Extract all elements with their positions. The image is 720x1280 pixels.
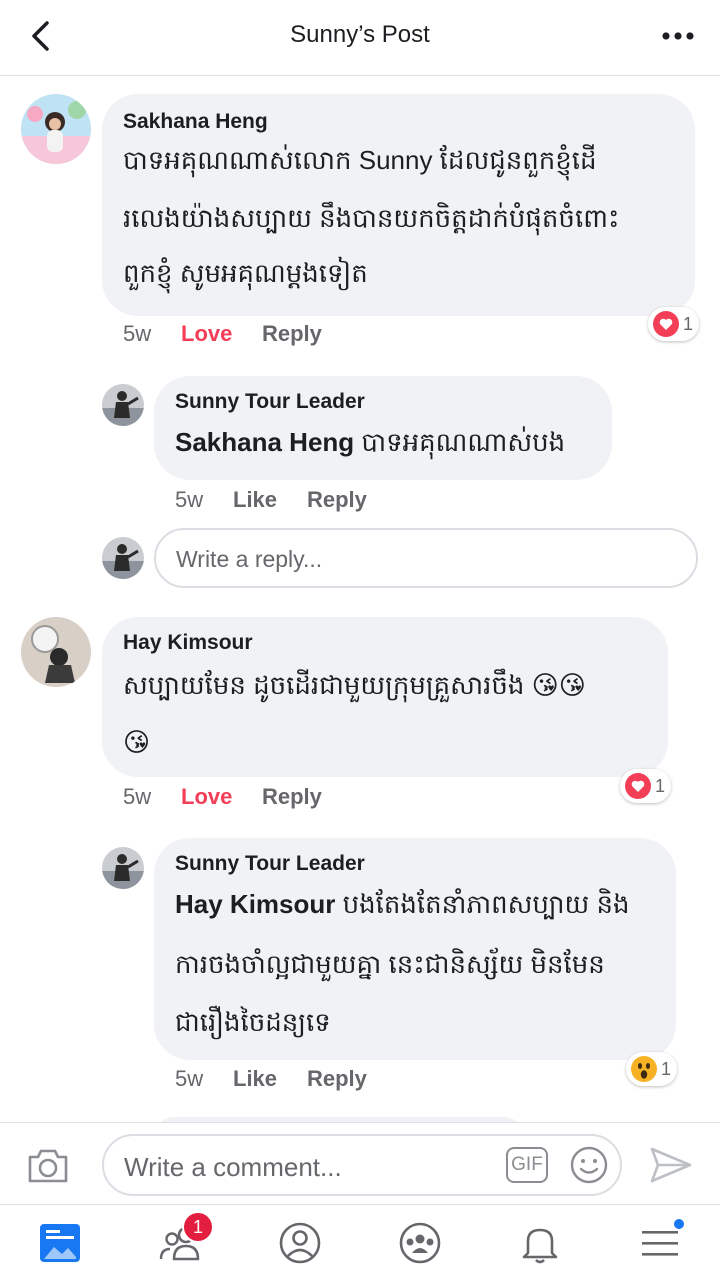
comment-text-line: រលេងយ៉ាងសប្បាយ នឹងបានយកចិត្តដាក់បំផុតចំព…	[123, 203, 620, 233]
comment-actions: 5w Like Reply	[175, 1066, 367, 1092]
avatar	[102, 537, 144, 579]
kiss-emoji-icon: 😘	[531, 670, 559, 700]
mention-link[interactable]: Sakhana Heng	[175, 427, 354, 457]
comment-bubble[interactable]: Hay Kimsour សប្បាយមែន ដូចដើរជាមួយក្រុមគ្…	[102, 617, 668, 777]
reaction-summary[interactable]: 1	[620, 769, 672, 803]
groups-icon[interactable]	[396, 1219, 444, 1267]
reply-button[interactable]: Reply	[307, 1066, 367, 1092]
news-feed-icon[interactable]	[36, 1219, 84, 1267]
heart-icon	[653, 311, 679, 337]
love-button[interactable]: Love	[181, 321, 262, 347]
comment-text-line: Hay Kimsour បងតែងតែនាំភាពសប្បាយ និង	[175, 888, 630, 926]
bottom-tab-bar: 1	[0, 1204, 720, 1280]
notifications-icon[interactable]	[516, 1219, 564, 1267]
reaction-count: 1	[655, 775, 666, 796]
comment-author[interactable]: Hay Kimsour	[123, 631, 253, 655]
comment-text: បងតែងតែនាំភាពសប្បាយ និង	[342, 889, 630, 919]
comment-author[interactable]: Sakhana Heng	[123, 110, 268, 134]
comment-timestamp: 5w	[175, 1066, 204, 1091]
menu-notification-dot	[672, 1217, 686, 1231]
like-button[interactable]: Like	[233, 487, 307, 513]
comment-bubble[interactable]: Sakhana Heng បាទអគុណណាស់លោក Sunny ដែលជូន…	[102, 94, 695, 316]
comment-text-line: សប្បាយមែន ដូចដើរជាមួយក្រុមគ្រួសារចឹង 😘😘	[123, 669, 586, 707]
comment-author[interactable]: Sunny Tour Leader	[175, 390, 365, 414]
comment-list: Sakhana Heng បាទអគុណណាស់លោក Sunny ដែលជូន…	[0, 77, 720, 1122]
reaction-count: 1	[683, 313, 694, 334]
comment-actions: 5w Like Reply	[175, 487, 367, 513]
comment-text: សប្បាយមែន ដូចដើរជាមួយក្រុមគ្រួសារចឹង	[123, 670, 525, 700]
comment-text-line: ការចងចាំល្អជាមួយគ្នា នេះជានិស្ស័យ មិនមែន	[175, 949, 605, 979]
reply-placeholder: Write a reply...	[176, 546, 323, 572]
comment-timestamp: 5w	[123, 321, 152, 346]
reply-bubble[interactable]: Sunny Tour Leader Sakhana Heng បាទអគុណណា…	[154, 376, 612, 480]
more-options-icon[interactable]	[658, 16, 698, 56]
reply-button[interactable]: Reply	[307, 487, 367, 513]
comment-actions: 5w Love Reply	[123, 321, 322, 347]
kiss-emoji-icon: 😘	[123, 727, 151, 757]
avatar[interactable]	[102, 384, 144, 426]
comment-text-line: ពួកខ្ញុំ សូមអគុណម្តងទៀត	[123, 258, 368, 288]
reaction-summary[interactable]: 1	[648, 307, 700, 341]
comment-text-line: ជារឿងចៃដន្យទេ	[175, 1007, 331, 1037]
comment-author[interactable]: Sunny Tour Leader	[175, 852, 365, 876]
reaction-summary[interactable]: 1	[626, 1052, 678, 1086]
kiss-emoji-icon: 😘	[558, 670, 586, 700]
comment-placeholder: Write a comment...	[124, 1152, 342, 1182]
emoji-icon[interactable]	[568, 1144, 610, 1186]
wow-icon	[631, 1056, 657, 1082]
avatar[interactable]	[102, 847, 144, 889]
reaction-count: 1	[661, 1058, 672, 1079]
profile-icon[interactable]	[276, 1219, 324, 1267]
comment-composer: Write a comment... GIF	[0, 1122, 720, 1204]
top-bar: Sunny’s Post	[0, 0, 720, 76]
comment-timestamp: 5w	[175, 487, 204, 512]
comment-text-line: បាទអគុណណាស់លោក Sunny ដែលជូនពួកខ្ញុំដើ	[123, 145, 597, 175]
camera-icon[interactable]	[24, 1141, 72, 1189]
avatar[interactable]	[21, 94, 91, 164]
mention-link[interactable]: Hay Kimsour	[175, 889, 335, 919]
reply-button[interactable]: Reply	[262, 784, 322, 810]
send-icon[interactable]	[648, 1143, 694, 1187]
reply-button[interactable]: Reply	[262, 321, 322, 347]
comment-input[interactable]: Write a comment... GIF	[102, 1134, 622, 1196]
avatar[interactable]	[21, 617, 91, 687]
reply-bubble[interactable]: Sunny Tour Leader Hay Kimsour បងតែងតែនាំ…	[154, 838, 676, 1060]
notification-badge: 1	[182, 1211, 214, 1243]
heart-icon	[625, 773, 651, 799]
comment-text-line: 😘	[123, 727, 150, 758]
comment-actions: 5w Love Reply	[123, 784, 322, 810]
comment-text: បាទអគុណណាស់បង	[361, 427, 566, 457]
like-button[interactable]: Like	[233, 1066, 307, 1092]
page-title: Sunny’s Post	[290, 21, 430, 48]
gif-button[interactable]: GIF	[506, 1147, 548, 1183]
comment-text-line: Sakhana Heng បាទអគុណណាស់បង	[175, 426, 565, 464]
love-button[interactable]: Love	[181, 784, 262, 810]
comment-timestamp: 5w	[123, 784, 152, 809]
reply-input[interactable]: Write a reply...	[154, 528, 698, 588]
